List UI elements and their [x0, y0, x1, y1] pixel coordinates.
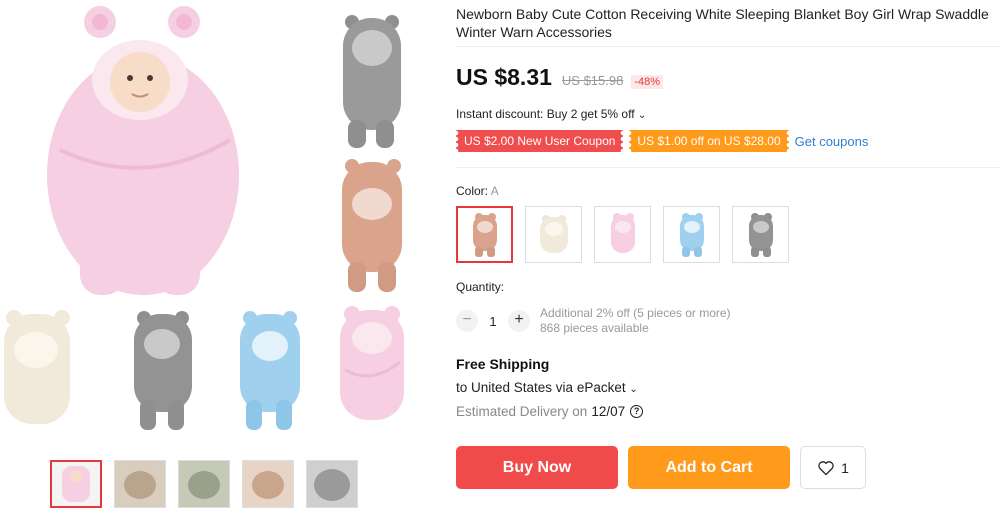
buy-now-button[interactable]: Buy Now: [456, 446, 618, 489]
chevron-down-icon: ⌄: [637, 110, 647, 121]
divider: [456, 46, 1000, 47]
color-selected-value: A: [490, 184, 499, 198]
pink-swaddle-large-image: [47, 6, 239, 295]
wishlist-count: 1: [841, 459, 849, 476]
heart-icon: [818, 460, 834, 475]
product-title: Newborn Baby Cute Cotton Receiving White…: [456, 6, 989, 40]
bulk-discount-note: Additional 2% off (5 pieces or more): [540, 306, 731, 320]
thumbnail-3[interactable]: [178, 460, 230, 508]
purchase-actions: Buy Now Add to Cart 1: [456, 446, 866, 489]
delivery-date: 12/07: [591, 404, 626, 419]
color-option-c[interactable]: [594, 206, 651, 263]
white-swaddle-image: [4, 310, 70, 424]
product-info-panel: Newborn Baby Cute Cotton Receiving White…: [456, 0, 1000, 508]
quantity-label: Quantity:: [456, 280, 505, 294]
product-image-collage: [4, 6, 404, 430]
add-to-cart-button[interactable]: Add to Cart: [628, 446, 790, 489]
quantity-value[interactable]: 1: [478, 314, 508, 329]
main-product-image[interactable]: [0, 0, 440, 440]
tan-swaddle-image: [342, 159, 402, 292]
thumbnail-1[interactable]: [50, 460, 102, 508]
original-price: US $15.98: [561, 73, 624, 88]
current-price: US $8.31: [456, 64, 552, 90]
quantity-decrease-button[interactable]: −: [456, 310, 478, 332]
wishlist-button[interactable]: 1: [800, 446, 866, 489]
instant-discount-label: Instant discount: Buy 2 get 5% off: [456, 107, 635, 121]
color-option-d[interactable]: [663, 206, 720, 263]
pink-swaddle-image: [340, 306, 404, 420]
thumbnail-strip: [50, 460, 358, 508]
color-swatches: [456, 206, 789, 263]
shipping-title: Free Shipping: [456, 356, 550, 372]
chevron-down-icon: ⌄: [629, 384, 638, 395]
instant-discount-dropdown[interactable]: Instant discount: Buy 2 get 5% off ⌄: [456, 107, 646, 121]
thumbnail-5[interactable]: [306, 460, 358, 508]
discount-badge: -48%: [631, 75, 664, 89]
color-label: Color: A: [456, 184, 499, 198]
new-user-coupon[interactable]: US $2.00 New User Coupon: [456, 130, 624, 152]
shipping-destination-dropdown[interactable]: to United States via ePacket ⌄: [456, 380, 638, 395]
color-option-e[interactable]: [732, 206, 789, 263]
get-coupons-link[interactable]: Get coupons: [795, 134, 869, 149]
color-option-b[interactable]: [525, 206, 582, 263]
quantity-note: Additional 2% off (5 pieces or more) 868…: [540, 306, 731, 336]
grey-swaddle-image: [343, 15, 401, 148]
color-option-a[interactable]: [456, 206, 513, 263]
color-label-text: Color:: [456, 184, 489, 198]
estimated-delivery-label: Estimated Delivery on: [456, 404, 588, 419]
store-coupon[interactable]: US $1.00 off on US $28.00: [629, 130, 789, 152]
price-row: US $8.31 US $15.98 -48%: [456, 64, 664, 91]
grey-swaddle-image-2: [134, 311, 192, 430]
estimated-delivery: Estimated Delivery on 12/07 ?: [456, 404, 644, 419]
coupon-row: US $2.00 New User Coupon US $1.00 off on…: [456, 130, 868, 152]
stock-available: 868 pieces available: [540, 321, 649, 335]
thumbnail-4[interactable]: [242, 460, 294, 508]
blue-swaddle-image: [240, 311, 300, 430]
shipping-destination: to United States via ePacket: [456, 380, 626, 395]
divider: [456, 167, 1000, 168]
question-icon[interactable]: ?: [630, 405, 644, 418]
product-gallery: [0, 0, 440, 508]
quantity-stepper: − 1 + Additional 2% off (5 pieces or mor…: [456, 306, 731, 336]
thumbnail-2[interactable]: [114, 460, 166, 508]
quantity-increase-button[interactable]: +: [508, 310, 530, 332]
